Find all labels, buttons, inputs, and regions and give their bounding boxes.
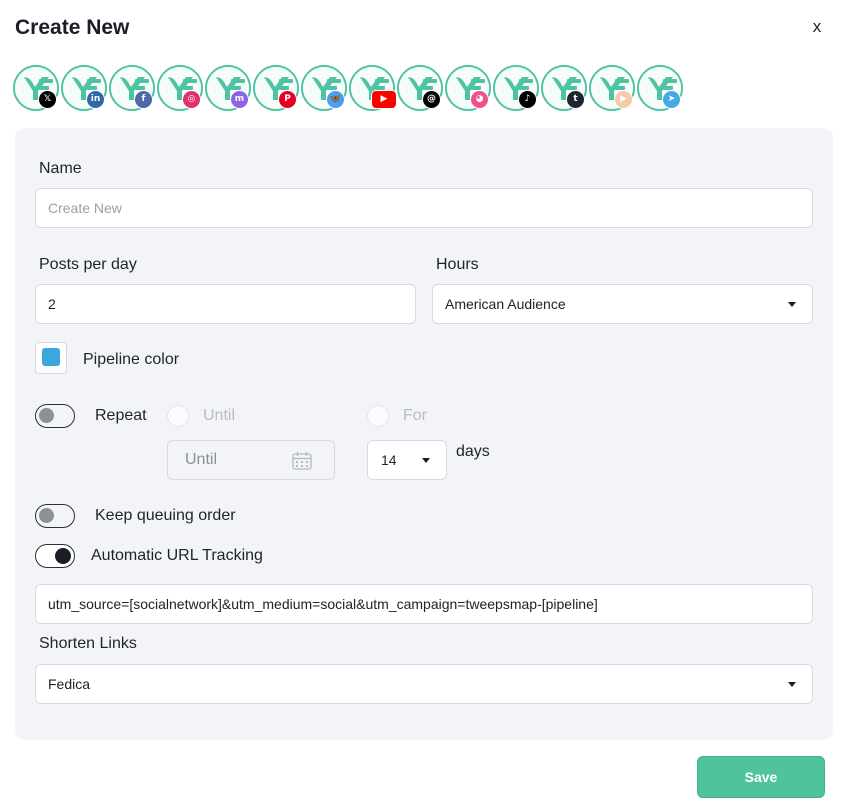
account-avatar-tiktok[interactable]: ♪ [493,65,539,111]
until-date-input[interactable]: Until [167,440,335,480]
account-avatar-mastodon[interactable]: m [205,65,251,111]
modal-title: Create New [15,16,130,39]
account-avatar-bluesky[interactable]: 🦋 [301,65,347,111]
account-avatar-substack[interactable]: ▶ [589,65,635,111]
name-label: Name [39,160,82,177]
save-button[interactable]: Save [697,756,825,798]
shorten-links-select[interactable]: Fedica [35,664,813,704]
instagram-icon: ◎ [182,90,201,109]
pipeline-color-swatch [42,348,60,366]
substack-icon: ▶ [614,90,633,109]
account-avatar-youtube[interactable]: ▶ [349,65,397,111]
account-avatar-pinterest[interactable]: P [253,65,299,111]
url-tracking-toggle[interactable] [35,544,75,568]
tiktok-icon: ♪ [518,90,537,109]
pipeline-color-picker[interactable] [35,342,67,374]
account-avatar-threads[interactable]: @ [397,65,443,111]
x-icon: 𝕏 [38,90,57,109]
account-avatar-tumblr[interactable]: t [541,65,587,111]
posts-per-day-label: Posts per day [39,256,137,273]
until-date-placeholder: Until [185,451,218,468]
shorten-links-label: Shorten Links [39,635,137,652]
account-avatar-linkedin[interactable]: in [61,65,107,111]
account-avatar-telegram[interactable]: ➤ [637,65,683,111]
account-avatar-x[interactable]: 𝕏 [13,65,59,111]
toggle-knob [55,547,71,564]
for-radio[interactable] [367,405,389,427]
threads-icon: @ [422,90,441,109]
until-radio[interactable] [167,405,189,427]
account-avatar-gmb[interactable]: ◕ [445,65,491,111]
telegram-icon: ➤ [662,90,681,109]
days-select[interactable]: 14 [367,440,447,480]
close-button[interactable]: x [808,17,826,37]
repeat-label: Repeat [95,407,147,424]
days-select-value: 14 [381,452,397,468]
toggle-knob [39,508,54,523]
social-accounts-row: 𝕏in f ◎ m P 🦋 ▶ @ ◕ ♪ t ▶ ➤ [13,65,693,111]
calendar-icon [292,452,312,470]
posts-per-day-input[interactable]: 2 [35,284,416,324]
account-avatar-facebook[interactable]: f [109,65,155,111]
youtube-icon: ▶ [371,90,397,109]
bluesky-icon: 🦋 [326,90,345,109]
tumblr-icon: t [566,90,585,109]
account-avatar-instagram[interactable]: ◎ [157,65,203,111]
name-input[interactable]: Create New [35,188,813,228]
pinterest-icon: P [278,90,297,109]
days-label: days [456,443,490,460]
url-tracking-input[interactable]: utm_source=[socialnetwork]&utm_medium=so… [35,584,813,624]
hours-label: Hours [436,256,479,273]
repeat-toggle[interactable] [35,404,75,428]
form-panel: Name Create New Posts per day 2 Hours Am… [15,128,833,740]
hours-select-value: American Audience [445,296,566,312]
chevron-down-icon [788,682,796,687]
keep-queuing-label: Keep queuing order [95,507,236,524]
hours-select[interactable]: American Audience [432,284,813,324]
pipeline-color-label: Pipeline color [83,351,180,368]
chevron-down-icon [422,458,430,463]
url-tracking-label: Automatic URL Tracking [91,547,263,564]
shorten-links-value: Fedica [48,676,91,692]
linkedin-icon: in [86,90,105,109]
gmb-icon: ◕ [470,90,489,109]
chevron-down-icon [788,302,796,307]
keep-queuing-toggle[interactable] [35,504,75,528]
until-radio-label: Until [203,407,236,424]
toggle-knob [39,408,54,423]
for-radio-label: For [403,407,427,424]
facebook-icon: f [134,90,153,109]
mastodon-icon: m [230,90,249,109]
